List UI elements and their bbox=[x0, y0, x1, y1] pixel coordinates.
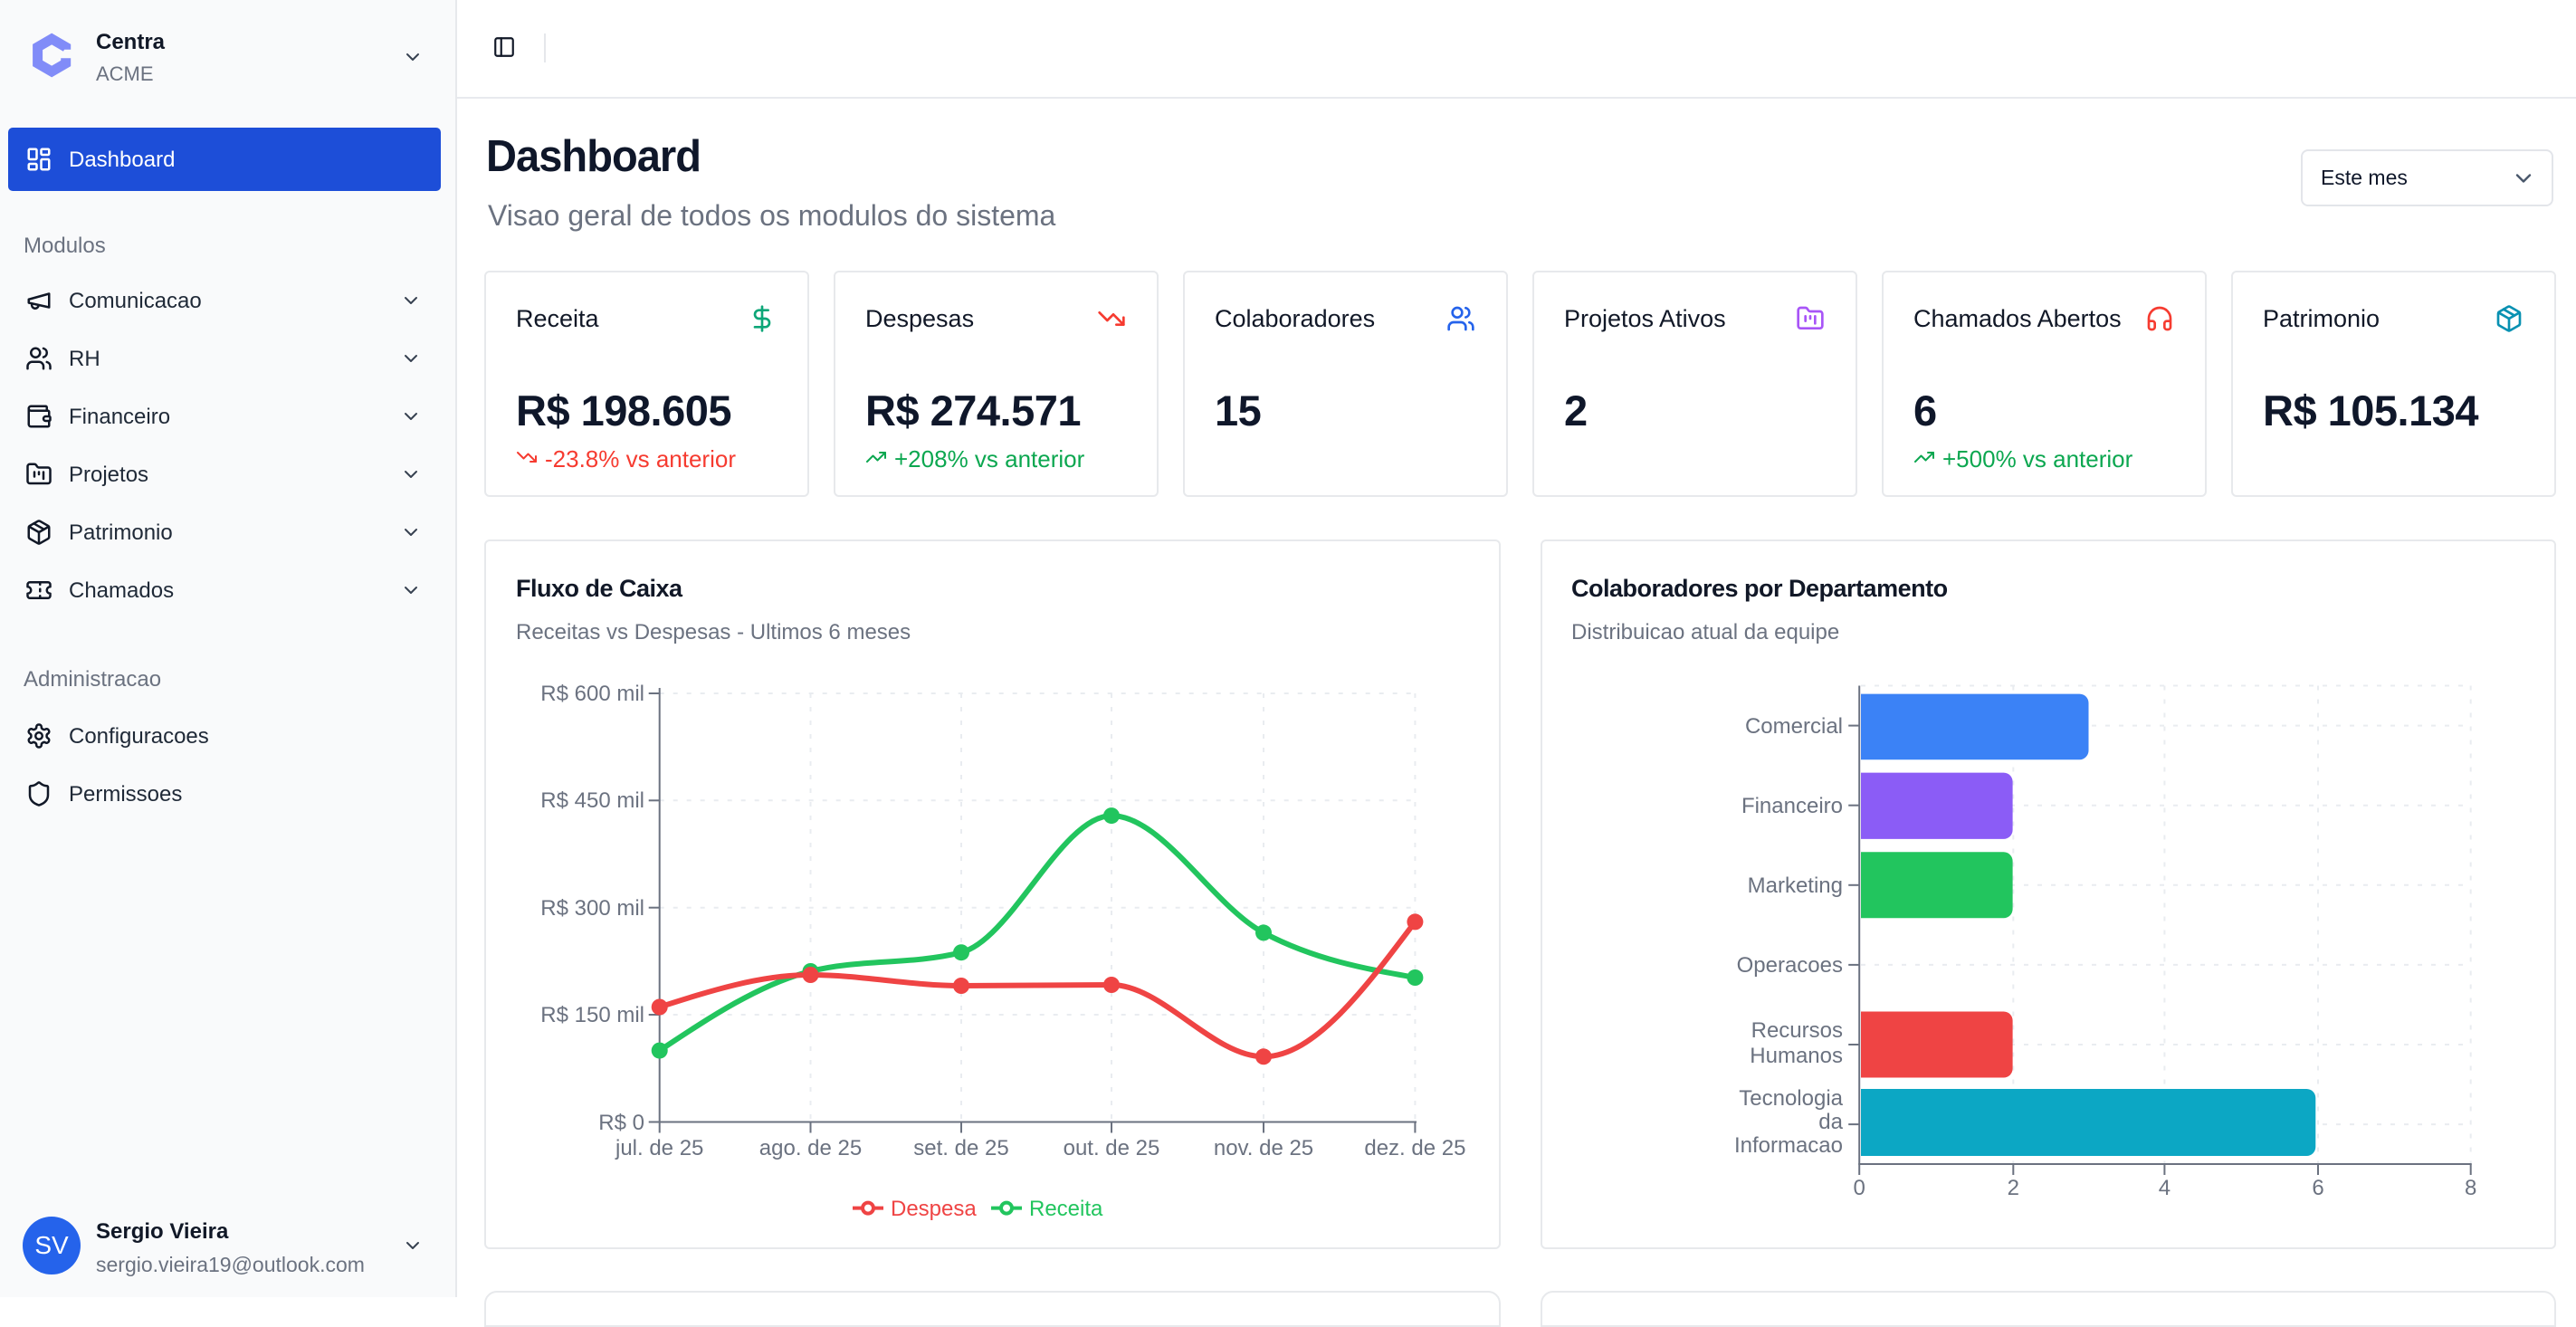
svg-text:out. de 25: out. de 25 bbox=[1064, 1136, 1160, 1160]
svg-text:Financeiro: Financeiro bbox=[1741, 794, 1843, 818]
svg-text:jul. de 25: jul. de 25 bbox=[615, 1136, 703, 1160]
svg-text:R$ 0: R$ 0 bbox=[598, 1111, 644, 1135]
svg-text:R$ 150 mil: R$ 150 mil bbox=[540, 1003, 644, 1027]
svg-text:R$ 600 mil: R$ 600 mil bbox=[540, 682, 644, 706]
svg-text:8: 8 bbox=[2465, 1176, 2476, 1200]
svg-text:Marketing: Marketing bbox=[1748, 874, 1843, 898]
svg-text:4: 4 bbox=[2159, 1176, 2171, 1200]
svg-text:0: 0 bbox=[1854, 1176, 1865, 1200]
svg-text:2: 2 bbox=[2008, 1176, 2019, 1200]
svg-text:Tecnologia: Tecnologia bbox=[1739, 1086, 1843, 1111]
svg-text:Despesa: Despesa bbox=[891, 1197, 977, 1221]
svg-text:Recursos: Recursos bbox=[1751, 1018, 1843, 1043]
svg-text:Comercial: Comercial bbox=[1745, 714, 1843, 739]
svg-text:set. de 25: set. de 25 bbox=[913, 1136, 1008, 1160]
svg-text:da: da bbox=[1818, 1110, 1843, 1134]
svg-text:Operacoes: Operacoes bbox=[1737, 953, 1843, 978]
svg-text:R$ 300 mil: R$ 300 mil bbox=[540, 896, 644, 921]
svg-text:R$ 450 mil: R$ 450 mil bbox=[540, 788, 644, 813]
svg-text:6: 6 bbox=[2312, 1176, 2323, 1200]
svg-text:dez. de 25: dez. de 25 bbox=[1364, 1136, 1465, 1160]
svg-text:Humanos: Humanos bbox=[1750, 1044, 1843, 1068]
svg-text:ago. de 25: ago. de 25 bbox=[759, 1136, 862, 1160]
svg-text:Informacao: Informacao bbox=[1734, 1133, 1843, 1158]
svg-text:Receita: Receita bbox=[1029, 1197, 1103, 1221]
svg-text:nov. de 25: nov. de 25 bbox=[1214, 1136, 1313, 1160]
